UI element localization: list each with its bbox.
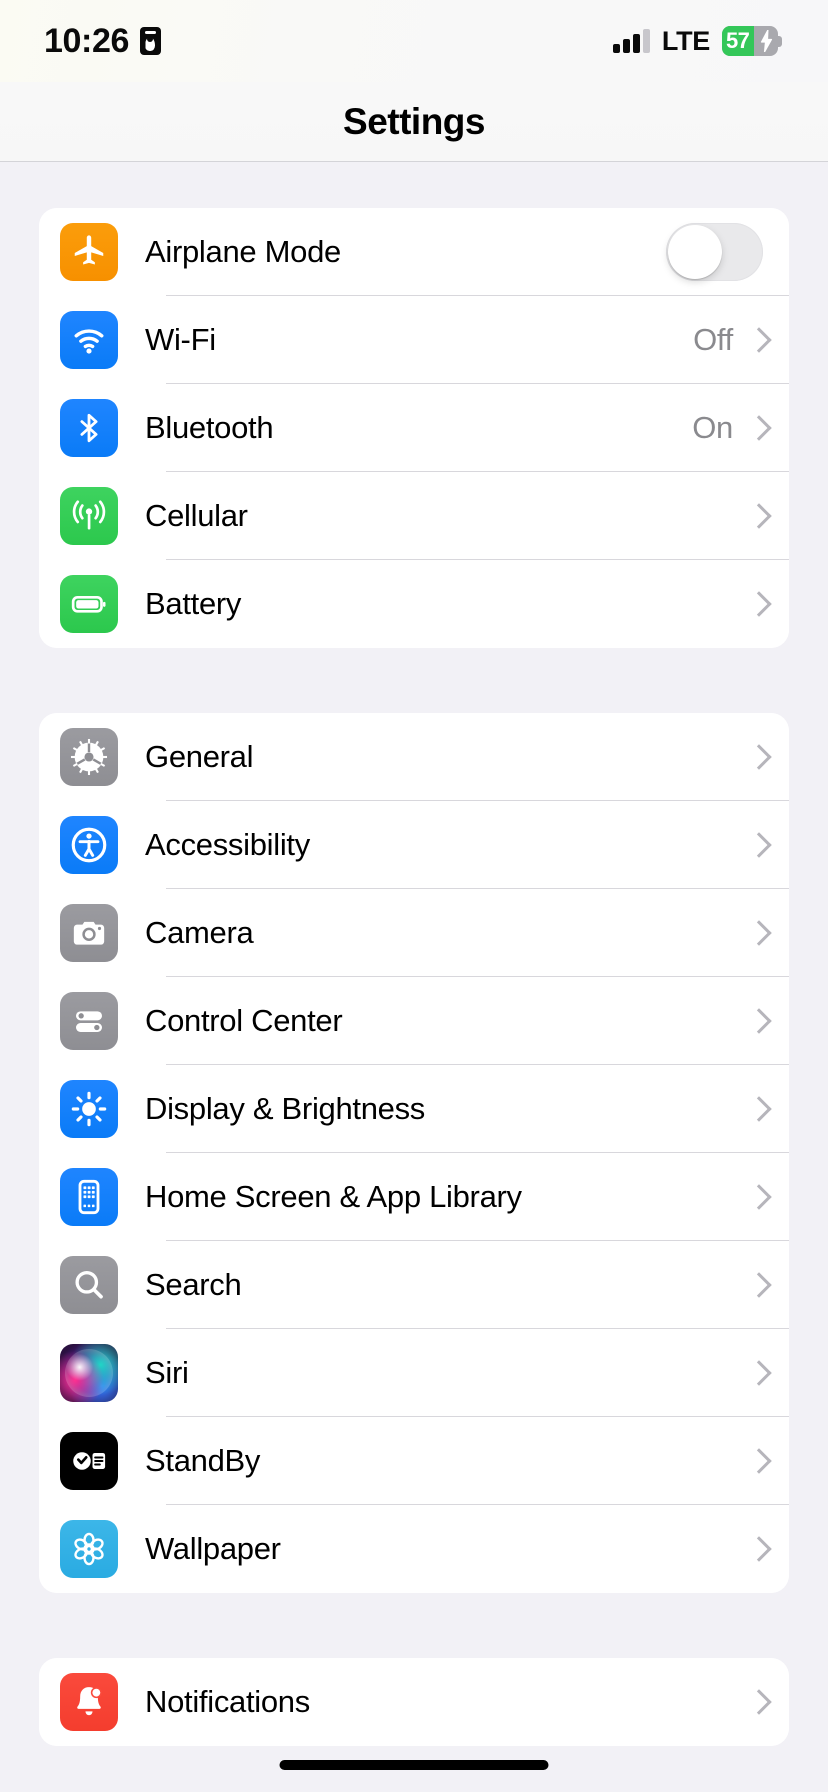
- settings-row-general[interactable]: General: [39, 713, 789, 801]
- bluetooth-status-value: On: [692, 410, 733, 445]
- settings-row-wifi[interactable]: Wi-Fi Off: [39, 296, 789, 384]
- airplane-mode-toggle[interactable]: [666, 223, 763, 281]
- settings-row-label: Bluetooth: [145, 410, 274, 445]
- battery-icon: [60, 575, 118, 633]
- siri-icon: [60, 1344, 118, 1402]
- settings-group-connectivity: Airplane Mode Wi-Fi Off Bluetooth On Cel…: [39, 208, 789, 648]
- settings-row-label: Control Center: [145, 1003, 343, 1038]
- status-bar-right: LTE 57: [613, 26, 782, 57]
- chevron-right-icon: [749, 1273, 763, 1297]
- chevron-right-icon: [749, 1009, 763, 1033]
- settings-row-notifications[interactable]: Notifications: [39, 1658, 789, 1746]
- chevron-right-icon: [749, 745, 763, 769]
- chevron-right-icon: [749, 1361, 763, 1385]
- cellular-icon: [60, 487, 118, 545]
- settings-row-label: Display & Brightness: [145, 1091, 426, 1126]
- wifi-icon: [60, 311, 118, 369]
- battery-icon: 57: [722, 26, 782, 56]
- settings-row-cellular[interactable]: Cellular: [39, 472, 789, 560]
- status-bar: 10:26 LTE 57: [0, 0, 828, 82]
- home-indicator[interactable]: [279, 1760, 549, 1770]
- iphone-settings-screen: 10:26 LTE 57 Settings Airplane Mode Wi-F…: [0, 0, 828, 1792]
- settings-list[interactable]: Airplane Mode Wi-Fi Off Bluetooth On Cel…: [0, 163, 828, 1792]
- settings-row-camera[interactable]: Camera: [39, 889, 789, 977]
- notifications-bell-icon: [60, 1673, 118, 1731]
- settings-row-label: Cellular: [145, 498, 248, 533]
- wallpaper-icon: [60, 1520, 118, 1578]
- settings-row-label: Wi-Fi: [145, 322, 216, 357]
- settings-row-label: StandBy: [145, 1443, 261, 1478]
- settings-group-system: General Accessibility Camera Control Cen…: [39, 713, 789, 1593]
- chevron-right-icon: [749, 504, 763, 528]
- settings-row-battery[interactable]: Battery: [39, 560, 789, 648]
- settings-row-label: Home Screen & App Library: [145, 1179, 522, 1214]
- control-center-icon: [60, 992, 118, 1050]
- settings-row-label: Camera: [145, 915, 254, 950]
- bluetooth-icon: [60, 399, 118, 457]
- settings-row-siri[interactable]: Siri: [39, 1329, 789, 1417]
- gear-icon: [60, 728, 118, 786]
- chevron-right-icon: [749, 328, 763, 352]
- cellular-signal-icon: [613, 29, 650, 53]
- settings-row-airplane-mode[interactable]: Airplane Mode: [39, 208, 789, 296]
- status-bar-left: 10:26: [44, 22, 161, 61]
- wifi-status-value: Off: [693, 322, 733, 357]
- settings-row-label: Siri: [145, 1355, 189, 1390]
- page-title: Settings: [343, 100, 485, 142]
- standby-icon: [60, 1432, 118, 1490]
- settings-row-control-center[interactable]: Control Center: [39, 977, 789, 1065]
- chevron-right-icon: [749, 1449, 763, 1473]
- settings-row-bluetooth[interactable]: Bluetooth On: [39, 384, 789, 472]
- settings-row-label: General: [145, 739, 254, 774]
- camera-icon: [60, 904, 118, 962]
- chevron-right-icon: [749, 921, 763, 945]
- id-card-icon: [139, 27, 161, 55]
- home-screen-icon: [60, 1168, 118, 1226]
- status-bar-clock: 10:26: [44, 21, 129, 60]
- settings-row-label: Wallpaper: [145, 1531, 281, 1566]
- chevron-right-icon: [749, 1097, 763, 1121]
- chevron-right-icon: [749, 833, 763, 857]
- chevron-right-icon: [749, 1185, 763, 1209]
- chevron-right-icon: [749, 592, 763, 616]
- settings-row-accessibility[interactable]: Accessibility: [39, 801, 789, 889]
- settings-row-search[interactable]: Search: [39, 1241, 789, 1329]
- settings-row-standby[interactable]: StandBy: [39, 1417, 789, 1505]
- settings-row-label: Airplane Mode: [145, 234, 341, 269]
- settings-row-label: Accessibility: [145, 827, 310, 862]
- chevron-right-icon: [749, 416, 763, 440]
- settings-row-label: Search: [145, 1267, 242, 1302]
- chevron-right-icon: [749, 1537, 763, 1561]
- brightness-icon: [60, 1080, 118, 1138]
- settings-row-display-brightness[interactable]: Display & Brightness: [39, 1065, 789, 1153]
- settings-row-home-screen[interactable]: Home Screen & App Library: [39, 1153, 789, 1241]
- chevron-right-icon: [749, 1690, 763, 1714]
- settings-row-label: Battery: [145, 586, 242, 621]
- settings-group-notifications: Notifications: [39, 1658, 789, 1746]
- settings-row-label: Notifications: [145, 1684, 310, 1719]
- airplane-icon: [60, 223, 118, 281]
- search-icon: [60, 1256, 118, 1314]
- charging-bolt-icon: [760, 30, 773, 52]
- navigation-bar: Settings: [0, 82, 828, 162]
- settings-row-wallpaper[interactable]: Wallpaper: [39, 1505, 789, 1593]
- network-type-label: LTE: [661, 25, 710, 56]
- accessibility-icon: [60, 816, 118, 874]
